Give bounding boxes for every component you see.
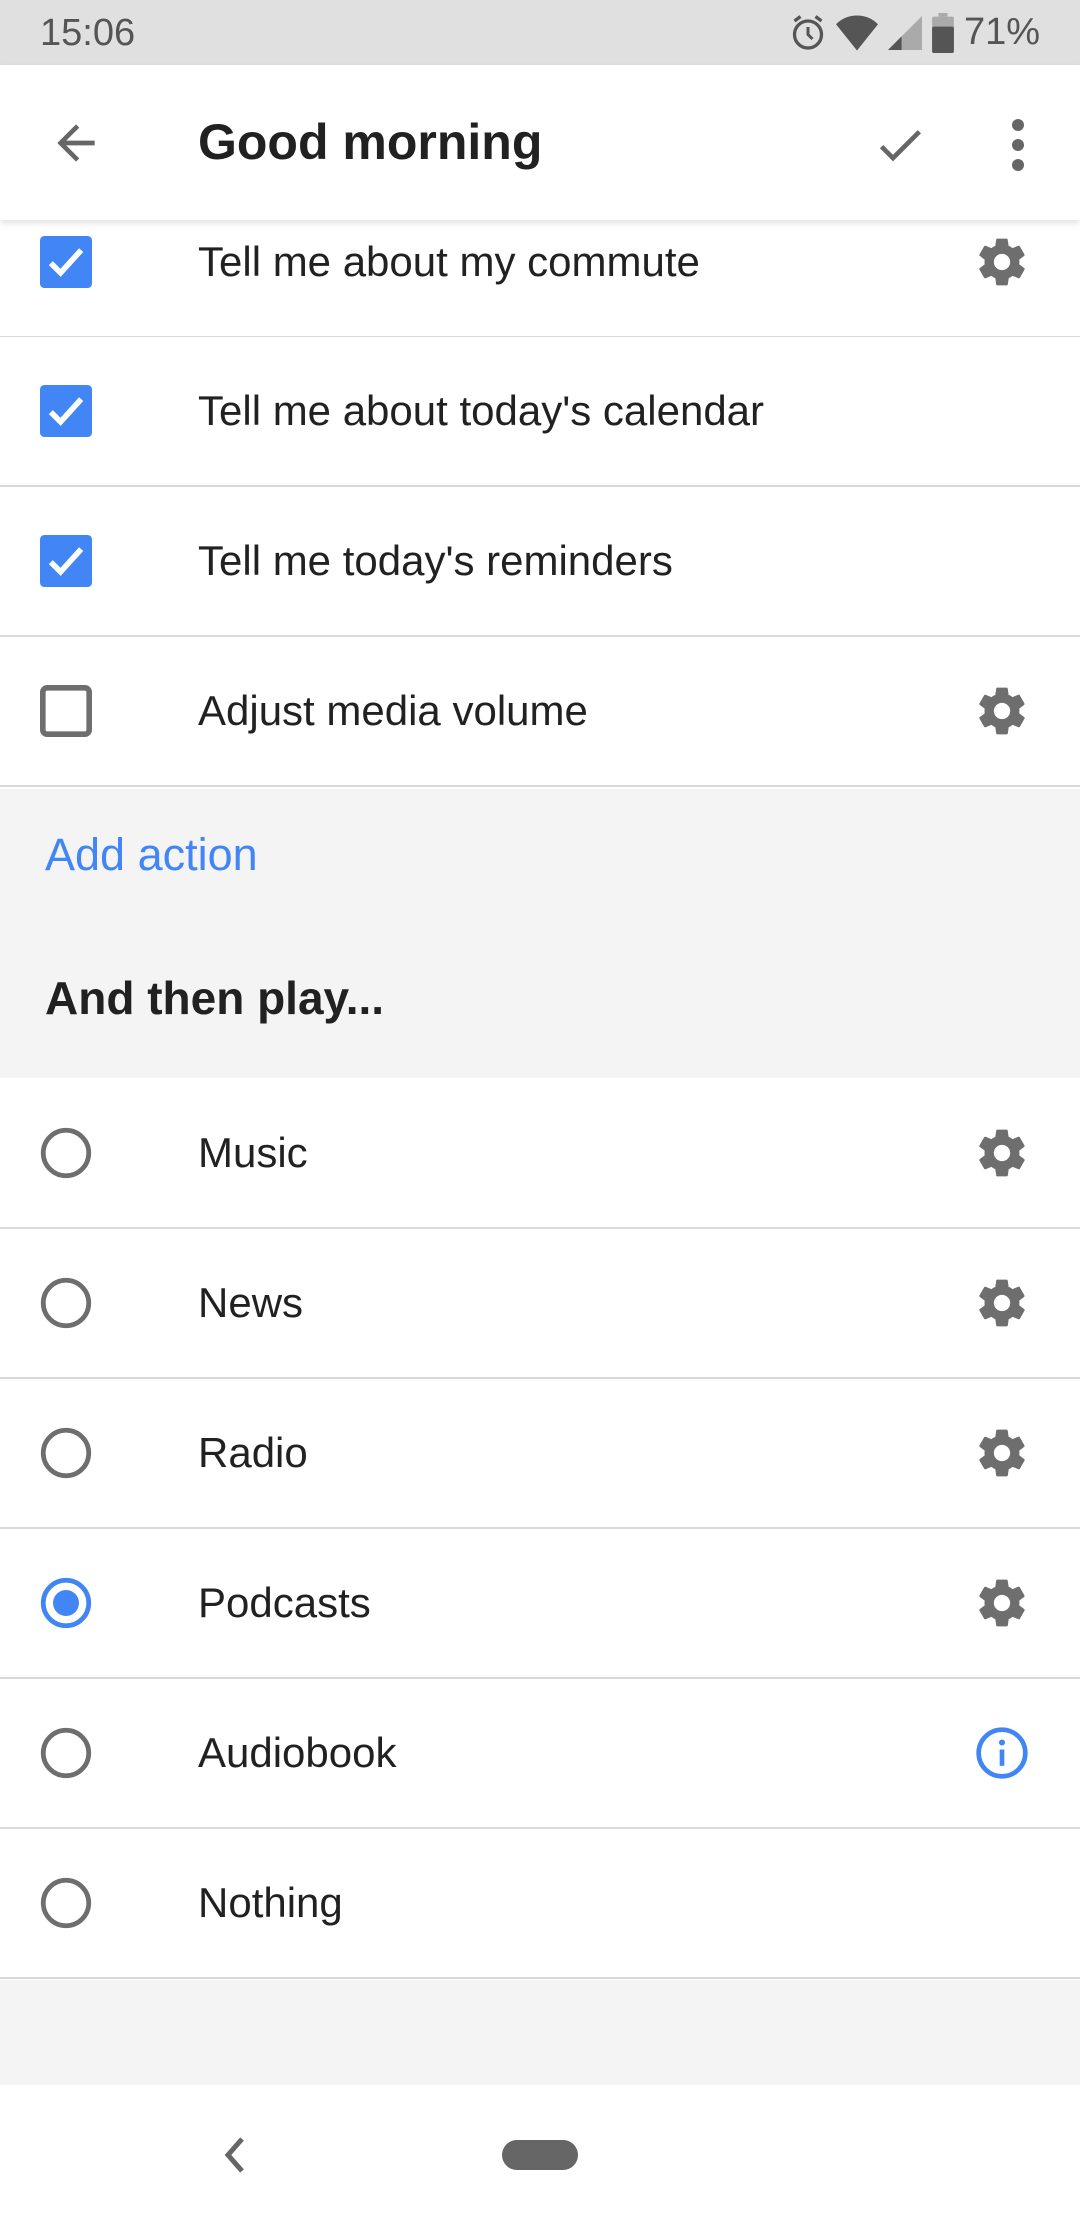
action-row[interactable]: Adjust media volume [0,637,1080,787]
wifi-icon [835,15,878,50]
navigation-bar [0,2085,1080,2220]
option-label: Nothing [198,1879,343,1926]
nav-back-icon[interactable] [218,2135,254,2175]
cell-signal-icon [887,15,922,50]
action-label: Tell me today's reminders [198,537,673,584]
bottom-spacer [0,1980,1080,2085]
play-option-row[interactable]: Music [0,1079,1080,1229]
action-label: Tell me about today's calendar [198,387,765,434]
battery-icon [932,12,954,53]
app-bar: Good morning [0,65,1080,220]
battery-percent: 71% [963,11,1040,53]
radio-unselected[interactable] [40,1277,92,1329]
add-action-button[interactable]: Add action [45,829,258,881]
option-label: Radio [198,1429,308,1476]
radio-unselected[interactable] [40,1127,92,1179]
play-option-row[interactable]: Audiobook [0,1679,1080,1829]
gear-icon[interactable] [974,234,1030,290]
info-icon[interactable] [974,1725,1030,1781]
check-icon[interactable] [872,117,928,173]
play-option-row[interactable]: Nothing [0,1829,1080,1979]
gear-icon[interactable] [974,683,1030,739]
then-play-section: Add action And then play... [0,789,1080,1078]
checkbox-checked[interactable] [40,385,92,437]
play-option-row[interactable]: Radio [0,1379,1080,1529]
checkbox-checked[interactable] [40,236,92,288]
option-label: Audiobook [198,1729,397,1776]
status-bar: 15:06 71% [0,0,1080,65]
gear-icon[interactable] [974,1125,1030,1181]
action-label: Tell me about my commute [198,238,700,285]
section-heading: And then play... [45,972,385,1024]
page-title: Good morning [198,114,543,170]
checkbox-checked[interactable] [40,535,92,587]
radio-unselected[interactable] [40,1427,92,1479]
play-option-row[interactable]: Podcasts [0,1529,1080,1679]
gear-icon[interactable] [974,1575,1030,1631]
gear-icon[interactable] [974,1275,1030,1331]
play-option-row[interactable]: News [0,1229,1080,1379]
radio-unselected[interactable] [40,1877,92,1929]
home-pill[interactable] [502,2140,578,2170]
action-row[interactable]: Tell me about my commute [0,220,1080,338]
more-vert-icon[interactable] [996,115,1040,175]
gear-icon[interactable] [974,1425,1030,1481]
radio-selected[interactable] [40,1577,92,1629]
action-row[interactable]: Tell me about today's calendar [0,337,1080,487]
status-time: 15:06 [40,12,136,54]
option-label: Podcasts [198,1579,371,1626]
action-row[interactable]: Tell me today's reminders [0,487,1080,637]
status-icons: 71% [790,10,1040,55]
option-label: News [198,1279,304,1326]
arrow-back-icon[interactable] [48,115,104,171]
radio-unselected[interactable] [40,1727,92,1779]
action-label: Adjust media volume [198,687,588,734]
alarm-icon [792,14,824,50]
checkbox-unchecked[interactable] [39,684,92,737]
option-label: Music [198,1129,308,1176]
